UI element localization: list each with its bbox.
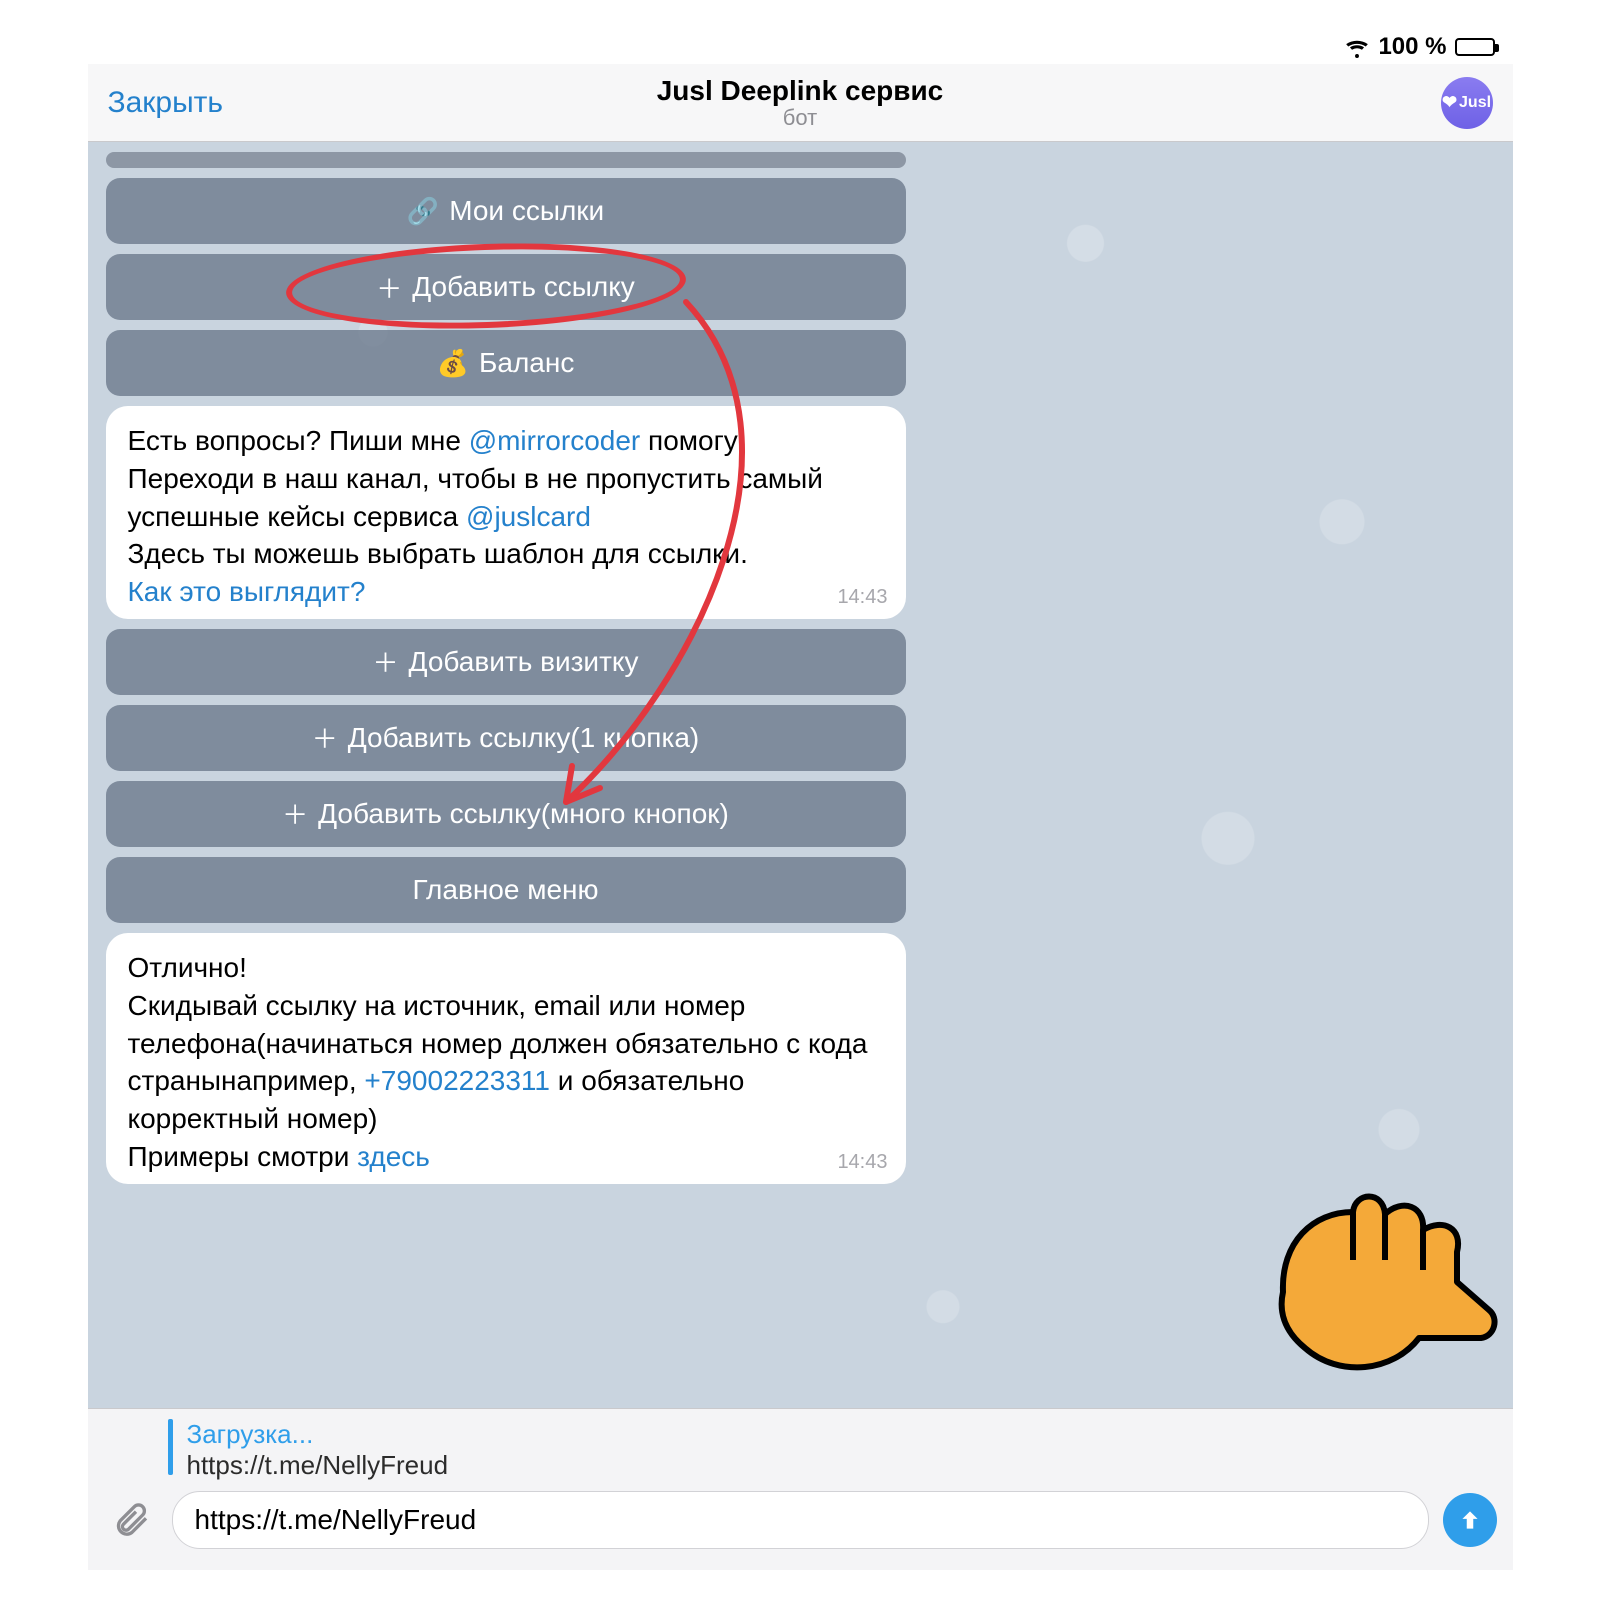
mention-link[interactable]: @juslcard	[466, 501, 591, 532]
plus-icon: ＋	[373, 643, 399, 680]
battery-percent: 100 %	[1378, 33, 1446, 61]
status-bar: 100 %	[88, 30, 1513, 64]
message-text: Примеры смотри	[128, 1141, 358, 1172]
arrow-up-icon	[1457, 1507, 1483, 1533]
message-link[interactable]: Как это выглядит?	[128, 576, 366, 607]
message-input-value: https://t.me/NellyFreud	[195, 1504, 477, 1536]
timestamp: 14:43	[837, 584, 887, 611]
moneybag-icon: 💰	[437, 348, 469, 379]
inline-button-label: Добавить ссылку	[412, 271, 635, 303]
reply-bar	[168, 1419, 173, 1475]
inline-button-label: Добавить ссылку(много кнопок)	[318, 798, 729, 830]
inline-button-add-card[interactable]: ＋ Добавить визитку	[106, 629, 906, 695]
send-button[interactable]	[1443, 1493, 1497, 1547]
avatar-label: Jusl	[1459, 94, 1491, 112]
paperclip-icon	[111, 1500, 151, 1540]
message-input[interactable]: https://t.me/NellyFreud	[172, 1491, 1429, 1549]
inline-button-label: Добавить визитку	[409, 646, 639, 678]
timestamp: 14:43	[837, 1149, 887, 1176]
plus-icon: ＋	[376, 269, 402, 306]
battery-icon	[1455, 38, 1495, 56]
inline-button-balance[interactable]: 💰 Баланс	[106, 330, 906, 396]
attach-button[interactable]	[104, 1493, 158, 1547]
wifi-icon	[1344, 34, 1370, 60]
reply-preview[interactable]: Загрузка... https://t.me/NellyFreud	[88, 1409, 1513, 1487]
annotation-pointer-hand-icon	[1243, 1142, 1503, 1402]
chat-header: Закрыть Jusl Deeplink сервис бот ❤ Jusl	[88, 64, 1513, 142]
plus-icon: ＋	[282, 795, 308, 832]
inline-button-main-menu[interactable]: Главное меню	[106, 857, 906, 923]
message-link[interactable]: здесь	[357, 1141, 430, 1172]
chat-title: Jusl Deeplink сервис	[88, 75, 1513, 107]
bird-icon: ❤	[1442, 92, 1457, 113]
inline-button-add-link-one[interactable]: ＋ Добавить ссылку(1 кнопка)	[106, 705, 906, 771]
inline-button-add-link-many[interactable]: ＋ Добавить ссылку(много кнопок)	[106, 781, 906, 847]
inline-button-label: Добавить ссылку(1 кнопка)	[348, 722, 699, 754]
telegram-chat-window: 100 % Закрыть Jusl Deeplink сервис бот ❤…	[88, 30, 1513, 1570]
inline-button-label: Мои ссылки	[449, 195, 604, 227]
message-text: помогу	[648, 425, 738, 456]
close-button[interactable]: Закрыть	[108, 86, 224, 120]
inline-button-add-link[interactable]: ＋ Добавить ссылку	[106, 254, 906, 320]
mention-link[interactable]: @mirrorcoder	[469, 425, 641, 456]
message-bubble: Есть вопросы? Пиши мне @mirrorcoder помо…	[106, 406, 906, 619]
message-text: Отлично!	[128, 949, 884, 987]
reply-title: Загрузка...	[187, 1419, 449, 1450]
avatar[interactable]: ❤ Jusl	[1441, 77, 1493, 129]
bubble-partial	[106, 152, 906, 168]
reply-subtitle: https://t.me/NellyFreud	[187, 1450, 449, 1481]
message-text: Есть вопросы? Пиши мне	[128, 425, 469, 456]
message-text: Здесь ты можешь выбрать шаблон для ссылк…	[128, 535, 884, 573]
chat-subtitle: бот	[88, 105, 1513, 131]
plus-icon: ＋	[312, 719, 338, 756]
phone-link[interactable]: +79002223311	[364, 1065, 550, 1096]
inline-button-label: Баланс	[479, 347, 574, 379]
message-bubble: Отлично! Скидывай ссылку на источник, em…	[106, 933, 906, 1184]
input-footer: Загрузка... https://t.me/NellyFreud http…	[88, 1408, 1513, 1570]
inline-button-my-links[interactable]: 🔗 Мои ссылки	[106, 178, 906, 244]
link-icon: 🔗	[407, 196, 439, 227]
inline-button-label: Главное меню	[412, 874, 598, 906]
chat-body[interactable]: 🔗 Мои ссылки ＋ Добавить ссылку 💰 Баланс …	[88, 142, 1513, 1408]
